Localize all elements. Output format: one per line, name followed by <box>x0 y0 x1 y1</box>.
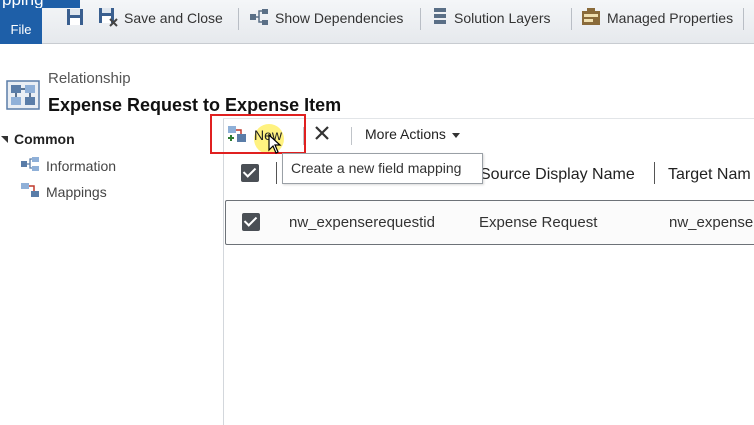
nav-item-label: Mappings <box>46 183 107 200</box>
new-button-tooltip: Create a new field mapping <box>282 153 483 184</box>
nav-group-label: Common <box>14 131 75 147</box>
dropdown-caret-icon <box>451 126 460 142</box>
mappings-icon <box>20 182 40 201</box>
ribbon-separator <box>743 8 744 30</box>
save-icon <box>66 8 84 29</box>
cell-target-name: nw_expense <box>669 214 754 231</box>
solution-layers-label: Solution Layers <box>454 10 551 26</box>
column-header-target-name[interactable]: Target Nam <box>668 166 751 184</box>
record-title: Expense Request to Expense Item <box>48 95 342 115</box>
ribbon-separator <box>571 8 572 30</box>
app-title: pping <box>2 0 44 8</box>
cell-source-display-name: Expense Request <box>479 214 598 231</box>
show-dependencies-button[interactable]: Show Dependencies <box>249 7 403 29</box>
select-all-checkbox[interactable] <box>241 164 259 182</box>
column-separator <box>276 162 277 184</box>
save-icon-button[interactable] <box>66 7 84 29</box>
nav-item-label: Information <box>46 157 117 174</box>
nav-item-information[interactable]: Information <box>20 156 116 175</box>
table-row[interactable]: nw_expenserequestid Expense Request nw_e… <box>225 200 754 245</box>
managed-properties-button[interactable]: Managed Properties <box>581 7 733 29</box>
toolbar-separator <box>303 127 304 145</box>
row-checkbox[interactable] <box>242 213 260 231</box>
column-separator <box>654 162 655 184</box>
dependencies-icon <box>249 8 269 29</box>
collapse-triangle-icon <box>0 131 10 147</box>
managed-properties-label: Managed Properties <box>607 10 734 26</box>
delete-button[interactable] <box>313 124 333 146</box>
toolbar-separator <box>351 127 352 145</box>
nav-item-mappings[interactable]: Mappings <box>20 182 107 201</box>
entity-type-label: Relationship <box>48 70 131 87</box>
save-close-icon <box>98 7 118 30</box>
ribbon-separator <box>238 8 239 30</box>
cell-source-name: nw_expenserequestid <box>289 214 435 231</box>
show-dependencies-label: Show Dependencies <box>275 10 404 26</box>
file-tab-label: File <box>10 22 32 37</box>
more-actions-label: More Actions <box>365 126 446 142</box>
save-close-label: Save and Close <box>124 10 223 26</box>
annotation-highlight-box <box>210 114 306 154</box>
solution-layers-button[interactable]: Solution Layers <box>432 7 551 29</box>
delete-icon <box>313 124 331 147</box>
nav-group-common[interactable]: Common <box>0 131 75 147</box>
more-actions-button[interactable]: More Actions <box>365 126 460 142</box>
file-tab[interactable]: File <box>0 8 42 44</box>
managed-properties-icon <box>581 7 601 29</box>
solution-layers-icon <box>432 7 448 30</box>
ribbon: pping File Save and Close Show Dependenc… <box>0 0 754 44</box>
column-header-source-display-name[interactable]: Source Display Name <box>480 166 635 184</box>
relationship-icon <box>6 80 40 110</box>
information-icon <box>20 156 40 175</box>
ribbon-separator <box>420 8 421 30</box>
save-close-button[interactable]: Save and Close <box>98 7 223 29</box>
